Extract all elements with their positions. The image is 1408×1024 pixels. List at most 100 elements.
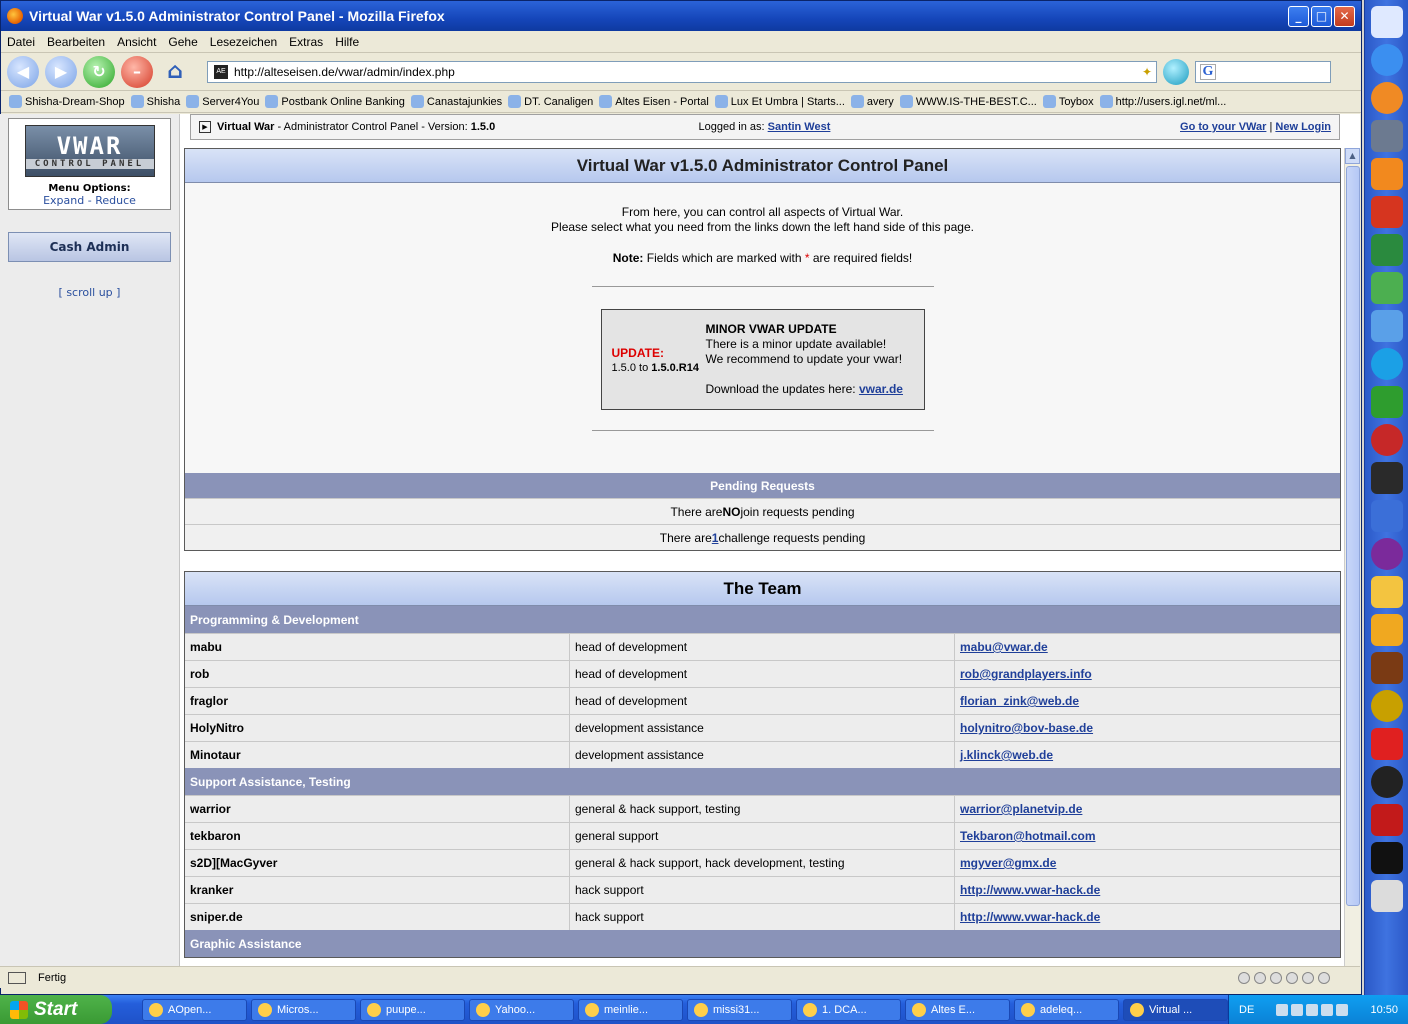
user-link[interactable]: Santin West <box>768 121 831 133</box>
app-launch-icon[interactable] <box>1370 6 1403 38</box>
task-button[interactable]: adeleq... <box>1014 998 1119 1021</box>
reload-button[interactable]: ↻ <box>83 55 115 88</box>
bookmark-item[interactable]: DT. Canaligen <box>508 95 593 108</box>
bookmark-item[interactable]: Toybox <box>1042 95 1094 108</box>
bookmark-item[interactable]: WWW.IS-THE-BEST.C... <box>899 95 1037 108</box>
app-launch-icon[interactable] <box>1370 196 1403 228</box>
google-icon[interactable]: G <box>1200 63 1216 80</box>
media-control-icon[interactable] <box>1318 971 1330 984</box>
yahoo-icon[interactable] <box>1370 538 1403 570</box>
bookmark-item[interactable]: Lux Et Umbra | Starts... <box>714 95 845 108</box>
task-button[interactable]: Altes E... <box>905 998 1010 1021</box>
tray-icon[interactable] <box>1291 1003 1304 1016</box>
steam-icon[interactable] <box>1370 842 1403 874</box>
bookmark-item[interactable]: Altes Eisen - Portal <box>599 95 709 108</box>
challenge-count-link[interactable]: 1 <box>712 531 719 545</box>
member-contact-link[interactable]: holynitro@bov-base.de <box>960 721 1093 735</box>
task-button[interactable]: puupe... <box>360 998 465 1021</box>
messenger-icon[interactable] <box>1370 310 1403 342</box>
wow-icon[interactable] <box>1370 690 1403 722</box>
rss-icon[interactable]: ✦ <box>1138 65 1156 79</box>
url-bar[interactable]: AE ✦ <box>207 60 1157 83</box>
close-button[interactable]: ✕ <box>1334 5 1355 27</box>
media-control-icon[interactable] <box>1286 971 1298 984</box>
bookmark-item[interactable]: Shisha <box>130 95 180 108</box>
menu-ansicht[interactable]: Ansicht <box>117 35 156 49</box>
task-button[interactable]: Micros... <box>251 998 356 1021</box>
app-launch-icon[interactable] <box>1370 462 1403 494</box>
menu-gehe[interactable]: Gehe <box>168 35 197 49</box>
scroll-thumb[interactable] <box>1346 166 1360 906</box>
menu-lesezeichen[interactable]: Lesezeichen <box>210 35 277 49</box>
tray-icon[interactable] <box>1336 1003 1349 1016</box>
forward-button[interactable]: ▶ <box>45 55 77 88</box>
task-button[interactable]: AOpen... <box>142 998 247 1021</box>
member-contact-link[interactable]: warrior@planetvip.de <box>960 802 1082 816</box>
app-launch-icon[interactable] <box>1370 500 1403 532</box>
teamspeak-icon[interactable] <box>1370 120 1403 152</box>
bookmark-item[interactable]: avery <box>850 95 894 108</box>
task-button-active[interactable]: Virtual ... <box>1123 998 1228 1021</box>
tray-icon[interactable] <box>1321 1003 1334 1016</box>
bookmark-item[interactable]: Canastajunkies <box>410 95 502 108</box>
vlc-icon[interactable] <box>1370 158 1403 190</box>
minimize-button[interactable]: _ <box>1288 5 1309 27</box>
member-contact-link[interactable]: Tekbaron@hotmail.com <box>960 829 1096 843</box>
member-contact-link[interactable]: florian_zink@web.de <box>960 694 1079 708</box>
star-icon[interactable] <box>1370 728 1403 760</box>
member-contact-link[interactable]: mgyver@gmx.de <box>960 856 1056 870</box>
member-contact-link[interactable]: mabu@vwar.de <box>960 640 1048 654</box>
member-contact-link[interactable]: j.klinck@web.de <box>960 748 1053 762</box>
start-button[interactable]: Start <box>0 995 112 1024</box>
app-launch-icon[interactable] <box>1370 576 1403 608</box>
task-button[interactable]: missi31... <box>687 998 792 1021</box>
new-login-link[interactable]: New Login <box>1275 121 1331 133</box>
cash-admin-button[interactable]: Cash Admin <box>8 232 171 262</box>
dvb-tv-icon[interactable] <box>1370 766 1403 798</box>
bookmark-item[interactable]: http://users.igl.net/ml... <box>1099 95 1226 108</box>
member-contact-link[interactable]: rob@grandplayers.info <box>960 667 1092 681</box>
tray-icon[interactable] <box>1276 1003 1289 1016</box>
back-button[interactable]: ◀ <box>7 55 39 88</box>
app-launch-icon[interactable] <box>1370 272 1403 304</box>
menu-bearbeiten[interactable]: Bearbeiten <box>47 35 105 49</box>
app-launch-icon[interactable] <box>1370 804 1403 836</box>
bookmark-item[interactable]: Postbank Online Banking <box>265 95 405 108</box>
go-button[interactable] <box>1163 58 1189 85</box>
member-contact-link[interactable]: http://www.vwar-hack.de <box>960 910 1100 924</box>
bookmark-item[interactable]: Server4You <box>186 95 259 108</box>
language-indicator[interactable]: DE <box>1239 1004 1254 1016</box>
media-control-icon[interactable] <box>1302 971 1314 984</box>
skype-icon[interactable] <box>1370 348 1403 380</box>
member-contact-link[interactable]: http://www.vwar-hack.de <box>960 883 1100 897</box>
media-control-icon[interactable] <box>1238 971 1250 984</box>
tray-icon[interactable] <box>1306 1003 1319 1016</box>
task-button[interactable]: 1. DCA... <box>796 998 901 1021</box>
menu-extras[interactable]: Extras <box>289 35 323 49</box>
ie-icon[interactable] <box>1370 44 1403 76</box>
home-button[interactable]: ⌂ <box>159 56 191 88</box>
goto-vwar-link[interactable]: Go to your VWar <box>1180 121 1266 133</box>
search-box[interactable]: G <box>1195 60 1331 83</box>
url-input[interactable] <box>234 64 1138 79</box>
app-launch-icon[interactable] <box>1370 652 1403 684</box>
icq-icon[interactable] <box>1370 386 1403 418</box>
download-link[interactable]: vwar.de <box>859 382 903 396</box>
media-control-icon[interactable] <box>1270 971 1282 984</box>
stop-button[interactable]: – <box>121 55 153 88</box>
maximize-button[interactable]: □ <box>1311 5 1332 27</box>
menu-datei[interactable]: Datei <box>7 35 35 49</box>
app-launch-icon[interactable] <box>1370 614 1403 646</box>
vertical-scrollbar[interactable]: ▲ <box>1344 148 1360 966</box>
reduce-link[interactable]: Reduce <box>95 194 136 207</box>
scroll-up-arrow[interactable]: ▲ <box>1345 148 1360 164</box>
app-launch-icon[interactable] <box>1370 424 1403 456</box>
task-button[interactable]: meinlie... <box>578 998 683 1021</box>
menu-hilfe[interactable]: Hilfe <box>335 35 359 49</box>
media-control-icon[interactable] <box>1254 971 1266 984</box>
bookmark-item[interactable]: Shisha-Dream-Shop <box>9 95 125 108</box>
firefox-icon[interactable] <box>1370 82 1403 114</box>
app-launch-icon[interactable] <box>1370 234 1403 266</box>
expand-link[interactable]: Expand <box>43 194 84 207</box>
scroll-up-link[interactable]: [ scroll up ] <box>0 286 179 299</box>
